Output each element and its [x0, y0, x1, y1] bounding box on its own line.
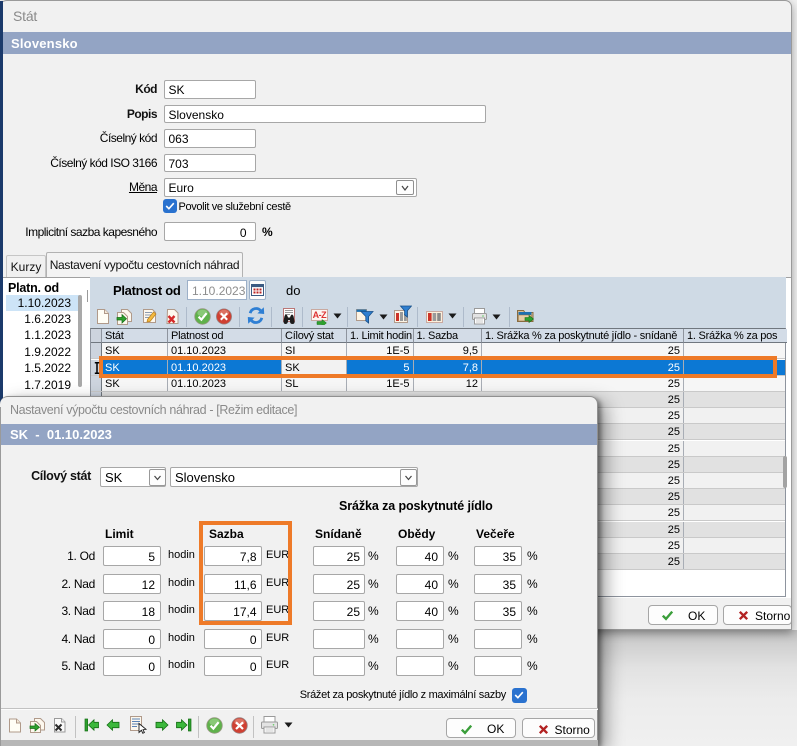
svg-text:A-Z: A-Z [313, 310, 327, 320]
